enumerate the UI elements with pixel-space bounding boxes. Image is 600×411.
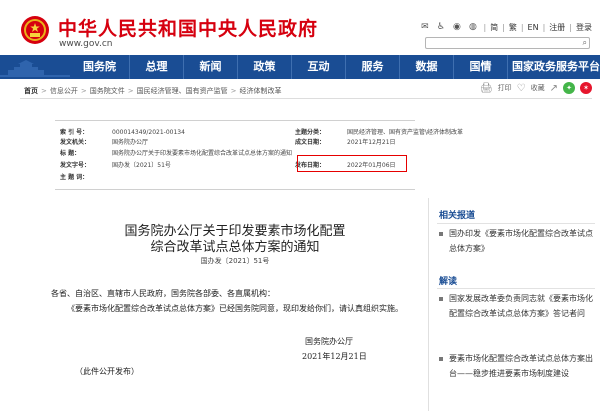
nav-item-national-info[interactable]: 国情: [453, 55, 507, 79]
article-salutation: 各省、自治区、直辖市人民政府，国务院各部委、各直属机构：: [51, 289, 275, 298]
main-nav: 国务院 总理 新闻 政策 互动 服务 数据 国情 国家政务服务平台: [0, 55, 600, 79]
article-doc-number: 国办发〔2021〕51号: [200, 257, 270, 265]
article-paragraph: 《要素市场化配置综合改革试点总体方案》已经国务院同意，现印发给你们，请认真组织实…: [67, 304, 403, 313]
print-link[interactable]: 打印: [498, 83, 512, 93]
published-date-highlight: [297, 155, 407, 172]
favorite-link[interactable]: 收藏: [531, 83, 545, 93]
bullet-icon: [439, 232, 443, 236]
divider: [20, 98, 592, 99]
search-input[interactable]: ⌕: [425, 37, 590, 49]
info-created-date: 成文日期： 2021年12月21日: [295, 139, 396, 146]
nav-item-premier[interactable]: 总理: [129, 55, 183, 79]
search-icon[interactable]: ⌕: [583, 38, 587, 48]
related-reports-heading: 相关报道: [439, 211, 476, 221]
favorite-icon[interactable]: ♡: [517, 83, 526, 94]
info-doc-number: 发文字号： 国办发〔2021〕51号: [60, 162, 171, 169]
nav-item-policy[interactable]: 政策: [237, 55, 291, 79]
breadcrumb-item[interactable]: 国务院文件: [90, 87, 125, 95]
weibo-icon[interactable]: ◉: [450, 22, 463, 33]
article-signature: 国务院办公厅: [305, 337, 353, 346]
register-link[interactable]: 注册: [549, 22, 565, 33]
site-header: 中华人民共和国中央人民政府 www.gov.cn ✉ ♿ ◉ ◍ | 简 | 繁…: [0, 0, 600, 55]
share-icon[interactable]: ↗: [550, 83, 558, 94]
info-issuer: 发文机关： 国务院办公厅: [60, 139, 149, 146]
article-date: 2021年12月21日: [302, 352, 367, 361]
nav-item-news[interactable]: 新闻: [183, 55, 237, 79]
wechat-icon[interactable]: ◍: [466, 22, 479, 33]
tiananmen-skyline-icon: [0, 55, 70, 79]
chevron-right-icon: >: [80, 87, 87, 95]
nav-item-service[interactable]: 服务: [345, 55, 399, 79]
analysis-heading: 解读: [439, 277, 458, 287]
traditional-link[interactable]: 繁: [509, 22, 517, 33]
utility-links: ✉ ♿ ◉ ◍ | 简 | 繁 | EN | 注册 | 登录: [418, 22, 592, 33]
breadcrumb-item[interactable]: 信息公开: [50, 87, 78, 95]
breadcrumb-home[interactable]: 首页: [24, 87, 38, 95]
nav-item-gov-service-platform[interactable]: 国家政务服务平台: [507, 55, 600, 79]
print-icon[interactable]: 🖨: [480, 83, 493, 94]
article-note: （此件公开发布）: [75, 367, 139, 376]
page: 中华人民共和国中央人民政府 www.gov.cn ✉ ♿ ◉ ◍ | 简 | 繁…: [0, 0, 600, 411]
divider: [437, 288, 595, 289]
page-tools: 🖨 打印 ♡ 收藏 ↗ ✦ ✶: [480, 82, 592, 94]
weibo-share-icon[interactable]: ✶: [580, 82, 592, 94]
related-report-link[interactable]: 国办印发《要素市场化配置综合改革试点总体方案》: [439, 226, 597, 256]
chevron-right-icon: >: [41, 87, 47, 95]
analysis-link[interactable]: 国家发展改革委负责同志就《要素市场化配置综合改革试点总体方案》答记者问: [439, 291, 597, 321]
breadcrumb-item[interactable]: 国民经济管理、国有资产监管: [137, 87, 228, 95]
divider: [437, 223, 595, 224]
login-link[interactable]: 登录: [576, 22, 592, 33]
bullet-icon: [439, 357, 443, 361]
nav-item-state-council[interactable]: 国务院: [70, 55, 129, 79]
mail-icon[interactable]: ✉: [418, 22, 431, 33]
info-index: 索 引 号： 000014349/2021-00134: [60, 129, 185, 136]
chevron-right-icon: >: [127, 87, 134, 95]
site-title[interactable]: 中华人民共和国中央人民政府: [58, 14, 318, 41]
info-keywords: 主 题 词：: [60, 174, 89, 181]
simplified-link[interactable]: 简: [490, 22, 498, 33]
site-url: www.gov.cn: [59, 39, 113, 49]
article-title-line2: 综合改革试点总体方案的通知: [150, 240, 320, 255]
bullet-icon: [439, 297, 443, 301]
analysis-link[interactable]: 要素市场化配置综合改革试点总体方案出台——稳步推进要素市场制度建设: [439, 351, 597, 381]
national-emblem-icon[interactable]: [20, 14, 50, 46]
nav-items: 国务院 总理 新闻 政策 互动 服务 数据 国情 国家政务服务平台: [70, 55, 600, 79]
nav-item-data[interactable]: 数据: [399, 55, 453, 79]
nav-item-interaction[interactable]: 互动: [291, 55, 345, 79]
wechat-share-icon[interactable]: ✦: [563, 82, 575, 94]
accessibility-icon[interactable]: ♿: [434, 22, 447, 33]
info-subject: 主题分类： 国民经济管理、国有资产监管\经济体制改革: [295, 129, 464, 136]
sidebar: 相关报道 国办印发《要素市场化配置综合改革试点总体方案》 解读 国家发展改革委负…: [428, 198, 600, 411]
english-link[interactable]: EN: [528, 23, 539, 32]
breadcrumb: 首页 > 信息公开 > 国务院文件 > 国民经济管理、国有资产监管 > 经济体制改革: [24, 86, 282, 96]
chevron-right-icon: >: [230, 87, 237, 95]
breadcrumb-item[interactable]: 经济体制改革: [240, 87, 282, 95]
info-title: 标 题： 国务院办公厅关于印发要素市场化配置综合改革试点总体方案的通知: [60, 150, 293, 157]
